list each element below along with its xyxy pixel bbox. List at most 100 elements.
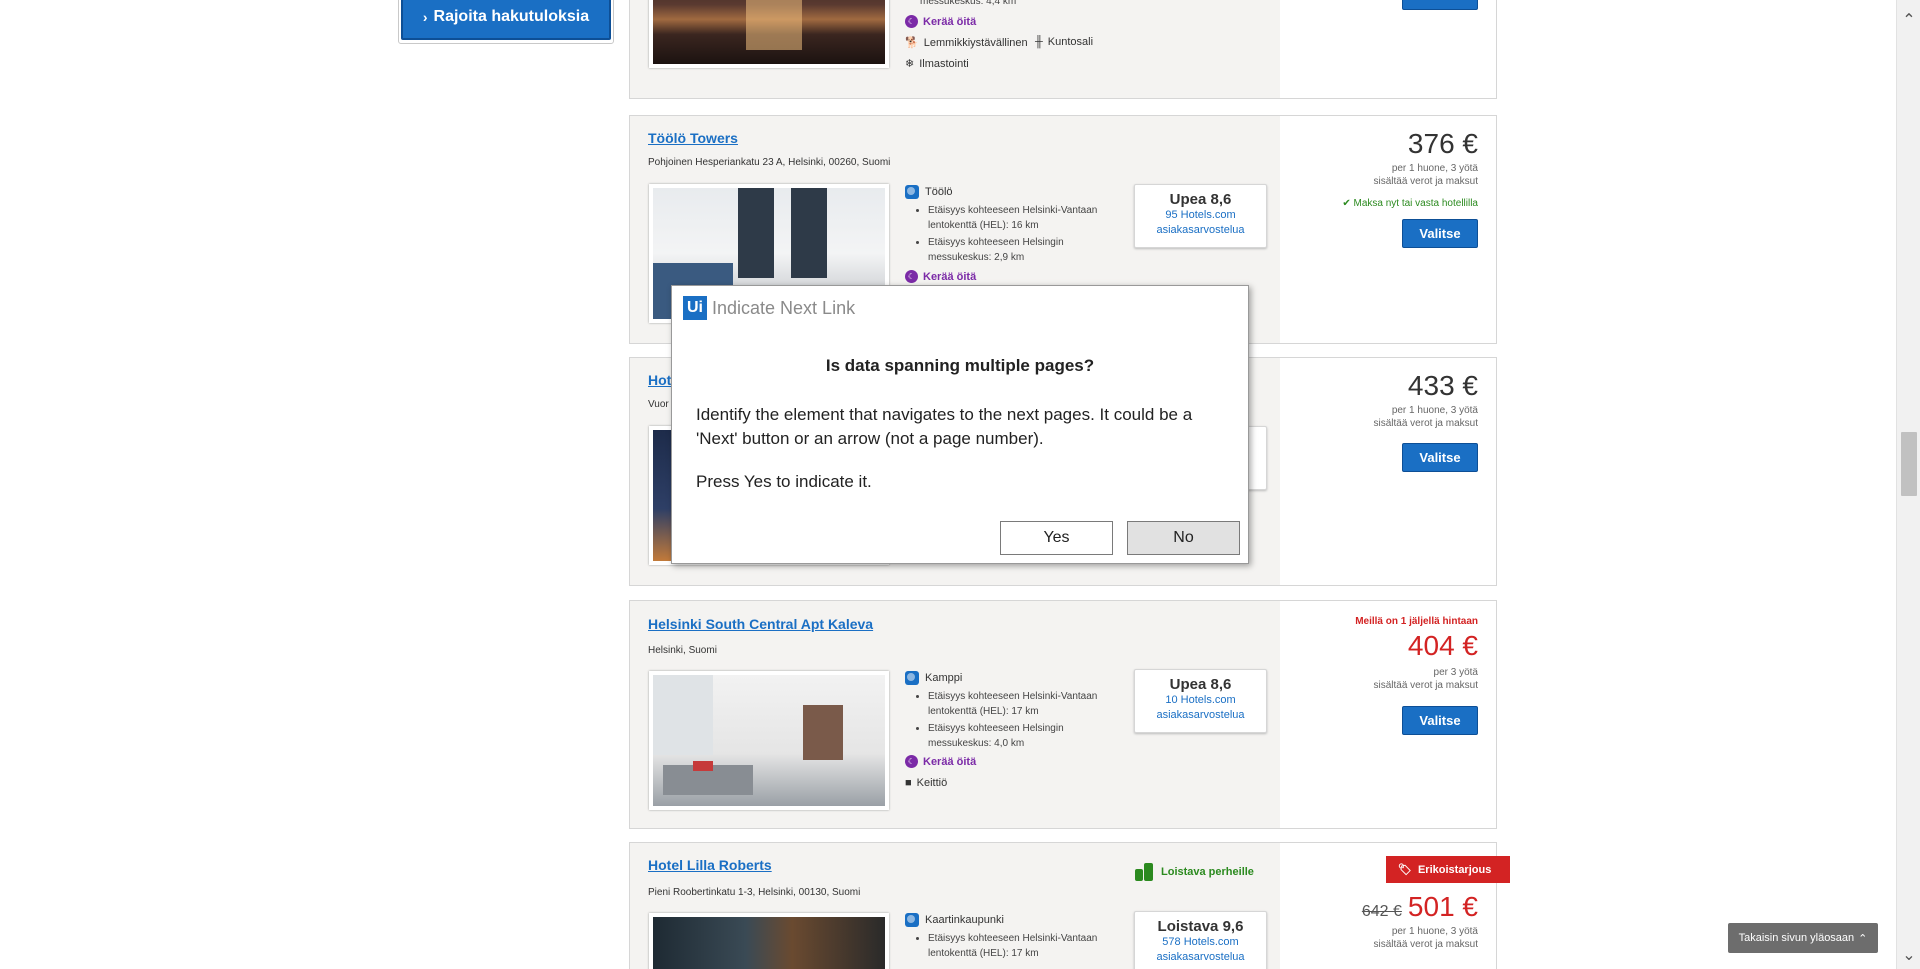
back-to-top-label: Takaisin sivun yläosaan [1738, 932, 1855, 944]
hotel-card-price: 🏷 Erikoistarjous 642 € 501 € per 1 huone,… [1280, 843, 1510, 969]
refine-results-button[interactable]: › Rajoita hakutuloksia [401, 0, 611, 40]
uipath-logo-icon: Ui [683, 296, 707, 320]
hotel-card-main: messukeskus: 4,4 km ☾ Kerää öitä 🐕 Lemmi… [630, 0, 1280, 98]
distance-list: Etäisyys kohteeseen Helsinki-Vantaan len… [920, 931, 1120, 961]
hotel-address: Pohjoinen Hesperiankatu 23 A, Helsinki, … [648, 157, 891, 168]
amenity-gym-label: Kuntosali [1047, 36, 1094, 48]
hotel-name-link[interactable]: Hot [648, 372, 671, 388]
rating-box[interactable]: Loistava 9,6 578 Hotels.com asiakasarvos… [1134, 911, 1267, 969]
pay-later: ✔ Maksa nyt tai vasta hotellilla [1342, 198, 1478, 209]
scroll-thumb[interactable] [1901, 432, 1917, 496]
price-taxes: sisältää verot ja maksut [1373, 176, 1479, 187]
old-price: 642 € [1361, 903, 1402, 920]
amenity-kitchen-label: Keittiö [916, 777, 948, 789]
hotel-name-link[interactable]: Hotel Lilla Roberts [648, 857, 772, 873]
dialog-instruction: Press Yes to indicate it. [696, 472, 872, 491]
collect-nights: ☾ Kerää öitä [905, 15, 976, 28]
moon-icon: ☾ [905, 755, 918, 768]
select-button[interactable]: Valitse [1402, 443, 1478, 472]
hotel-image[interactable] [649, 913, 889, 969]
price: 433 € [1407, 370, 1478, 401]
cushion [693, 761, 713, 771]
hotel-card: messukeskus: 4,4 km ☾ Kerää öitä 🐕 Lemmi… [629, 0, 1497, 99]
distance-item: Etäisyys kohteeseen Helsingin messukesku… [928, 721, 1120, 751]
rating-reviews-link[interactable]: 95 Hotels.com asiakasarvostelua [1135, 208, 1266, 238]
location-icon [905, 913, 919, 927]
rating-reviews-link[interactable]: 10 Hotels.com asiakasarvostelua [1135, 693, 1266, 723]
location-icon [905, 185, 919, 199]
scrollbar[interactable]: ⌃ ⌄ [1896, 0, 1920, 969]
distance-item: Etäisyys kohteeseen Helsingin messukesku… [928, 235, 1120, 265]
dialog-body: Identify the element that navigates to t… [696, 405, 1193, 448]
yes-button[interactable]: Yes [1000, 521, 1113, 555]
tag-icon: 🏷 [1398, 864, 1412, 876]
moon-icon: ☾ [905, 270, 918, 283]
rating-reviews-link[interactable]: 578 Hotels.com asiakasarvostelua [1135, 935, 1266, 965]
no-button[interactable]: No [1127, 521, 1240, 555]
price-per: per 1 huone, 3 yötä [1391, 163, 1478, 174]
collect-nights: ☾ Kerää öitä [905, 270, 976, 283]
distance-list: messukeskus: 4,4 km [920, 0, 1120, 9]
curtain [791, 188, 827, 278]
family-icon [1135, 863, 1153, 881]
hotel-card: Hotel Lilla Roberts Pieni Roobertinkatu … [629, 842, 1510, 969]
dog-icon: 🐕 [905, 37, 919, 49]
amenity-gym: ╫ Kuntosali [1035, 36, 1093, 48]
availability-message: Meillä on 1 jäljellä hintaan [1355, 616, 1478, 627]
rating-score: Upea 8,6 [1169, 191, 1232, 208]
dialog-question: Is data spanning multiple pages? [825, 356, 1095, 375]
check-icon: ✔ [1342, 198, 1351, 209]
area: Kaartinkaupunki [905, 913, 1004, 927]
price: 404 € [1407, 630, 1478, 661]
dialog-title: Indicate Next Link [712, 297, 856, 318]
page: › Rajoita hakutuloksia messukeskus: 4,4 … [0, 0, 1920, 969]
distance-item: Etäisyys kohteeseen Helsinki-Vantaan len… [928, 203, 1120, 233]
hotel-name-link[interactable]: Helsinki South Central Apt Kaleva [648, 616, 873, 632]
hotel-card-price: 376 € per 1 huone, 3 yötä sisältää verot… [1280, 116, 1496, 343]
dialog-titlebar: Ui Indicate Next Link [683, 296, 855, 320]
hotel-card-price: Valitse [1280, 0, 1496, 98]
rating-box[interactable]: Upea 8,6 95 Hotels.com asiakasarvostelua [1134, 184, 1267, 248]
hotel-address: Helsinki, Suomi [648, 645, 717, 656]
pay-later-label: Maksa nyt tai vasta hotellilla [1353, 198, 1478, 209]
amenity-pets-label: Lemmikkiystävällinen [923, 36, 1028, 49]
price-taxes: sisältää verot ja maksut [1373, 939, 1479, 950]
special-offer-label: Erikoistarjous [1417, 863, 1492, 876]
area: Töölö [905, 185, 953, 199]
select-button[interactable]: Valitse [1402, 0, 1478, 10]
area: Kamppi [905, 671, 962, 685]
distance-list: Etäisyys kohteeseen Helsinki-Vantaan len… [920, 689, 1120, 751]
amenity-pets: 🐕 Lemmikkiystävällinen [905, 36, 1028, 50]
distance-item: Etäisyys kohteeseen Helsinki-Vantaan len… [928, 931, 1120, 961]
rating-box[interactable]: Upea 8,6 10 Hotels.com asiakasarvostelua [1134, 669, 1267, 733]
hotel-card-price: Meillä on 1 jäljellä hintaan 404 € per 3… [1280, 601, 1496, 828]
hotel-card-price: 433 € per 1 huone, 3 yötä sisältää verot… [1280, 358, 1496, 585]
area-label: Kamppi [925, 672, 963, 684]
curtain [738, 188, 774, 278]
price-taxes: sisältää verot ja maksut [1373, 418, 1479, 429]
price: 642 € 501 € [1362, 891, 1478, 923]
amenity-kitchen: ■ Keittiö [905, 777, 947, 789]
price-per: per 1 huone, 3 yötä [1391, 405, 1478, 416]
snowflake-icon: ❄ [905, 58, 915, 70]
new-price: 501 € [1407, 891, 1478, 922]
area-label: Kaartinkaupunki [925, 914, 1004, 926]
dumbbell-icon: ╫ [1035, 36, 1043, 48]
hotel-image[interactable] [649, 671, 889, 810]
collect-nights-label: Kerää öitä [923, 755, 977, 768]
scroll-up-arrow-icon[interactable]: ⌃ [1897, 8, 1920, 32]
price-per: per 1 huone, 3 yötä [1391, 926, 1478, 937]
painting [803, 705, 843, 760]
scroll-down-arrow-icon[interactable]: ⌄ [1897, 943, 1920, 967]
family-badge: Loistava perheille [1135, 863, 1254, 881]
collect-nights-label: Kerää öitä [923, 15, 977, 28]
collect-nights: ☾ Kerää öitä [905, 755, 976, 768]
amenity-ac: ❄ Ilmastointi [905, 57, 969, 71]
select-button[interactable]: Valitse [1402, 219, 1478, 248]
price: 376 € [1407, 128, 1478, 159]
hotel-image[interactable] [649, 0, 889, 68]
hotel-card: Helsinki South Central Apt Kaleva Helsin… [629, 600, 1497, 829]
back-to-top-button[interactable]: Takaisin sivun yläosaan ⌃ [1728, 923, 1878, 953]
select-button[interactable]: Valitse [1402, 706, 1478, 735]
hotel-name-link[interactable]: Töölö Towers [648, 130, 738, 146]
